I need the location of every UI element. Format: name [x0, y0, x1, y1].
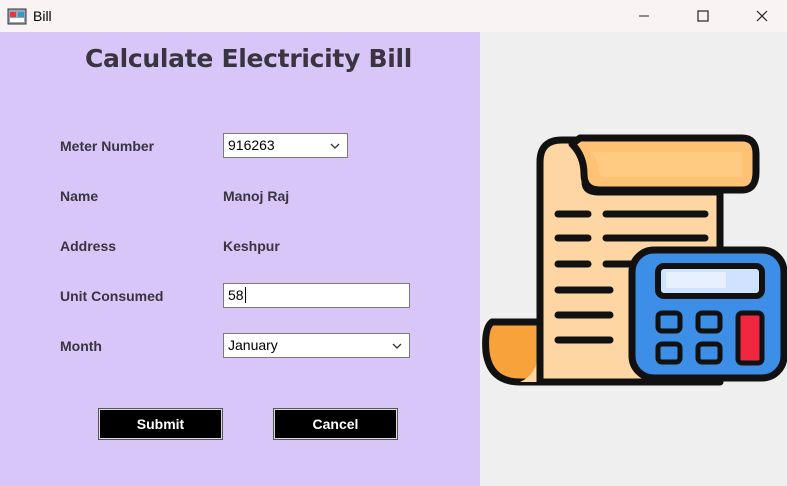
submit-button[interactable]: Submit [98, 408, 223, 440]
month-select[interactable]: January [223, 333, 410, 358]
meter-number-value: 916263 [228, 137, 275, 153]
unit-consumed-input[interactable]: 58 [223, 283, 410, 308]
maximize-button[interactable] [674, 0, 732, 32]
window-titlebar: Bill [0, 0, 787, 32]
address-label: Address [60, 238, 117, 254]
bill-calculator-icon [482, 134, 787, 386]
month-label: Month [60, 338, 102, 354]
app-icon [7, 8, 27, 25]
window-title: Bill [33, 8, 52, 24]
name-label: Name [60, 188, 99, 204]
address-value: Keshpur [223, 238, 280, 254]
chevron-down-icon [392, 343, 402, 349]
chevron-down-icon [330, 143, 340, 149]
minimize-icon [639, 15, 649, 17]
maximize-icon [697, 10, 709, 22]
page-title: Calculate Electricity Bill [85, 44, 413, 73]
month-value: January [228, 337, 278, 353]
unit-consumed-value: 58 [228, 287, 244, 303]
form-panel: Calculate Electricity Bill Meter Number … [0, 32, 480, 486]
name-value: Manoj Raj [223, 188, 290, 204]
illustration-panel [480, 32, 787, 486]
cancel-button[interactable]: Cancel [273, 408, 398, 440]
unit-consumed-label: Unit Consumed [60, 288, 164, 304]
text-caret [244, 287, 246, 303]
meter-number-label: Meter Number [60, 138, 155, 154]
minimize-button[interactable] [615, 0, 673, 32]
meter-number-select[interactable]: 916263 [223, 133, 348, 158]
close-icon [756, 10, 768, 22]
close-button[interactable] [733, 0, 787, 32]
